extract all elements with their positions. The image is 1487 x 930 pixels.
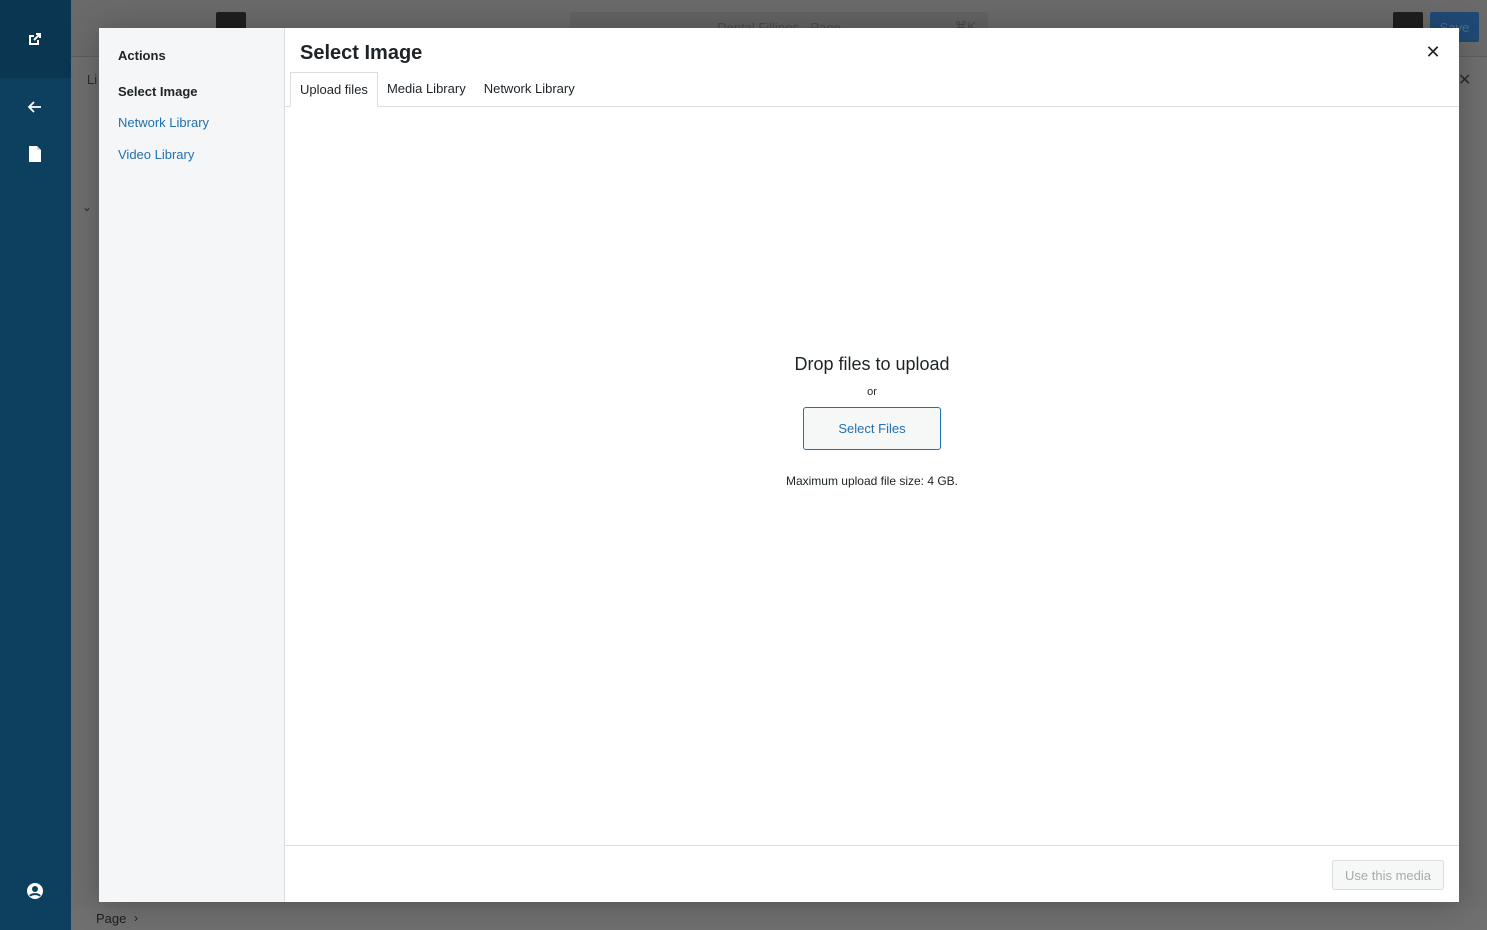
media-menu: Actions Select Image Network Library Vid… [99,28,285,902]
panel-close-icon: ✕ [1458,72,1472,89]
drop-instructions: Drop files to upload [794,354,950,374]
breadcrumb-chevron-icon: › [134,911,138,925]
page-icon[interactable] [23,142,47,166]
user-icon[interactable] [23,879,47,903]
media-toolbar: Use this media [285,845,1459,902]
external-link-icon[interactable] [23,27,47,51]
tab-media-library[interactable]: Media Library [378,72,475,106]
modal-title: Select Image [300,42,423,64]
use-this-media-button[interactable]: Use this media [1332,860,1444,890]
panel-tab-text: Li [87,72,98,87]
menu-item-network-library[interactable]: Network Library [99,114,284,132]
arrow-left-icon[interactable] [23,95,47,119]
close-button[interactable]: ✕ [1421,40,1445,64]
max-upload-size: Maximum upload file size: 4 GB. [785,474,959,488]
media-modal: Actions Select Image Network Library Vid… [99,28,1459,902]
chevron-down-icon: ⌄ [82,200,93,214]
admin-rail [0,0,71,930]
upload-drop-zone[interactable]: Drop files to upload or Select Files Max… [285,108,1459,845]
media-router-tabs: Upload files Media Library Network Libra… [285,72,1459,107]
media-content: Select Image ✕ Upload files Media Librar… [285,28,1459,902]
menu-item-video-library[interactable]: Video Library [99,146,284,164]
menu-heading: Actions [118,48,166,63]
editor-footer [71,907,1487,930]
tab-upload-files[interactable]: Upload files [290,72,378,107]
close-icon: ✕ [1425,41,1441,62]
select-files-button[interactable]: Select Files [803,407,941,450]
menu-item-select-image[interactable]: Select Image [99,83,284,101]
breadcrumb: Page [96,911,127,926]
or-separator: or [867,386,877,398]
tab-network-library[interactable]: Network Library [475,72,584,106]
